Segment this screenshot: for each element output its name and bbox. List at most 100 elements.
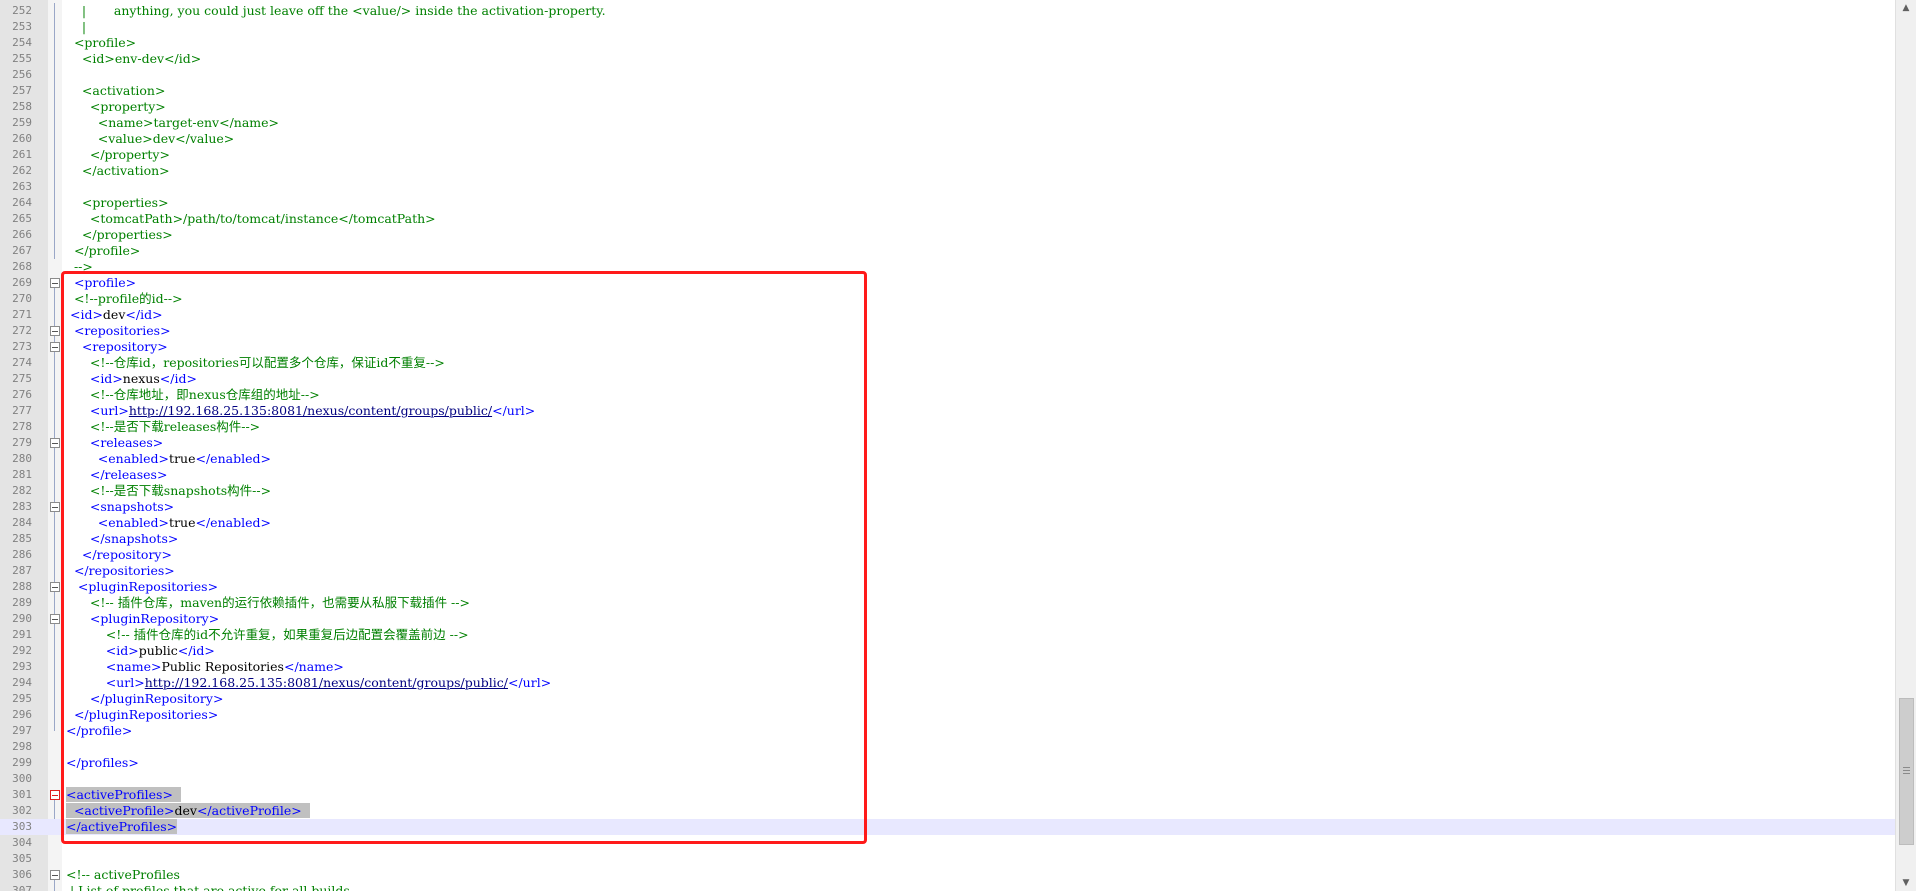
line-number: 252 — [12, 4, 32, 17]
url-link[interactable]: http://192.168.25.135:8081/nexus/content… — [129, 403, 492, 418]
code-line[interactable]: 293 <name>Public Repositories</name> — [0, 659, 1896, 675]
code-line[interactable]: 261 </property> — [0, 147, 1896, 163]
code-segment: <enabled> — [66, 451, 170, 466]
code-line[interactable]: 282 <!--是否下载snapshots构件--> — [0, 483, 1896, 499]
code-line[interactable]: 257 <activation> — [0, 83, 1896, 99]
fold-toggle-icon[interactable] — [50, 870, 60, 880]
code-text: </properties> — [66, 227, 173, 243]
code-line[interactable]: 275 <id>nexus</id> — [0, 371, 1896, 387]
fold-toggle-icon[interactable] — [50, 582, 60, 592]
code-line[interactable]: 285 </snapshots> — [0, 531, 1896, 547]
code-line[interactable]: 283 <snapshots> — [0, 499, 1896, 515]
code-text: --> — [66, 259, 93, 275]
code-line[interactable]: 260 <value>dev</value> — [0, 131, 1896, 147]
code-line[interactable]: 306 <!-- activeProfiles — [0, 867, 1896, 883]
code-line[interactable]: 277 <url>http://192.168.25.135:8081/nexu… — [0, 403, 1896, 419]
code-line[interactable]: 266 </properties> — [0, 227, 1896, 243]
fold-toggle-icon[interactable] — [50, 438, 60, 448]
code-line[interactable]: 264 <properties> — [0, 195, 1896, 211]
code-line[interactable]: 271 <id>dev</id> — [0, 307, 1896, 323]
code-line[interactable]: 305 — [0, 851, 1896, 867]
code-line[interactable]: 304 — [0, 835, 1896, 851]
code-line[interactable]: 258 <property> — [0, 99, 1896, 115]
code-segment: </activation> — [66, 163, 170, 178]
code-line[interactable]: 272 <repositories> — [0, 323, 1896, 339]
code-line[interactable]: 288 <pluginRepositories> — [0, 579, 1896, 595]
line-number: 282 — [12, 484, 32, 497]
code-line[interactable]: 267 </profile> — [0, 243, 1896, 259]
code-line[interactable]: 265 <tomcatPath>/path/to/tomcat/instance… — [0, 211, 1896, 227]
code-segment: <pluginRepository> — [66, 611, 220, 626]
code-text: </snapshots> — [66, 531, 179, 547]
code-line[interactable]: 303 </activeProfiles> — [0, 819, 1896, 835]
code-line[interactable]: 263 — [0, 179, 1896, 195]
code-line[interactable]: 281 </releases> — [0, 467, 1896, 483]
line-number: 269 — [12, 276, 32, 289]
code-line[interactable]: 269 <profile> — [0, 275, 1896, 291]
code-line[interactable]: 289 <!-- 插件仓库，maven的运行依赖插件，也需要从私服下载插件 --… — [0, 595, 1896, 611]
scroll-up-arrow-icon[interactable]: ▲ — [1896, 0, 1916, 16]
scrollbar-thumb[interactable] — [1899, 698, 1914, 845]
scroll-down-arrow-icon[interactable]: ▼ — [1896, 875, 1916, 891]
line-number: 302 — [12, 804, 32, 817]
line-number: 261 — [12, 148, 32, 161]
line-number: 285 — [12, 532, 32, 545]
code-line[interactable]: 256 — [0, 67, 1896, 83]
code-line[interactable]: 255 <id>env-dev</id> — [0, 51, 1896, 67]
code-segment: </enabled> — [195, 515, 271, 530]
code-line[interactable]: 284 <enabled>true</enabled> — [0, 515, 1896, 531]
code-segment: </releases> — [66, 467, 168, 482]
fold-toggle-icon[interactable] — [50, 502, 60, 512]
code-segment: </url> — [492, 403, 536, 418]
code-line[interactable]: 253 | — [0, 19, 1896, 35]
code-line[interactable]: 301 <activeProfiles> — [0, 787, 1896, 803]
code-line[interactable]: 295 </pluginRepository> — [0, 691, 1896, 707]
code-line[interactable]: 273 <repository> — [0, 339, 1896, 355]
line-number: 270 — [12, 292, 32, 305]
code-line[interactable]: 298 — [0, 739, 1896, 755]
fold-toggle-icon[interactable] — [50, 326, 60, 336]
code-line[interactable]: 291 <!-- 插件仓库的id不允许重复，如果重复后边配置会覆盖前边 --> — [0, 627, 1896, 643]
code-segment: <profile> — [66, 35, 137, 50]
code-line[interactable]: 280 <enabled>true</enabled> — [0, 451, 1896, 467]
code-line[interactable]: 270 <!--profile的id--> — [0, 291, 1896, 307]
code-text: <activeProfiles> — [66, 787, 181, 803]
code-line[interactable]: 286 </repository> — [0, 547, 1896, 563]
code-text: <id>dev</id> — [66, 307, 163, 323]
code-line[interactable]: 252 | anything, you could just leave off… — [0, 3, 1896, 19]
code-line[interactable]: 300 — [0, 771, 1896, 787]
fold-toggle-icon[interactable] — [50, 790, 60, 800]
code-editor[interactable]: 252 | anything, you could just leave off… — [0, 0, 1916, 891]
line-number: 260 — [12, 132, 32, 145]
code-line[interactable]: 268 --> — [0, 259, 1896, 275]
code-line[interactable]: 274 <!--仓库id，repositories可以配置多个仓库，保证id不重… — [0, 355, 1896, 371]
code-line[interactable]: 290 <pluginRepository> — [0, 611, 1896, 627]
code-line[interactable]: 302 <activeProfile>dev</activeProfile> — [0, 803, 1896, 819]
code-segment: --> — [66, 259, 93, 274]
code-text: <!--仓库id，repositories可以配置多个仓库，保证id不重复--> — [66, 355, 445, 371]
vertical-scrollbar[interactable]: ▲ ▼ — [1895, 0, 1916, 891]
fold-toggle-icon[interactable] — [50, 614, 60, 624]
code-text: </activeProfiles> — [66, 819, 178, 835]
code-line[interactable]: 307 | List of profiles that are active f… — [0, 883, 1896, 891]
code-line[interactable]: 294 <url>http://192.168.25.135:8081/nexu… — [0, 675, 1896, 691]
line-number: 294 — [12, 676, 32, 689]
code-line[interactable]: 278 <!--是否下载releases构件--> — [0, 419, 1896, 435]
code-lines[interactable]: 252 | anything, you could just leave off… — [0, 3, 1896, 891]
code-line[interactable]: 276 <!--仓库地址，即nexus仓库组的地址--> — [0, 387, 1896, 403]
code-line[interactable]: 279 <releases> — [0, 435, 1896, 451]
code-line[interactable]: 262 </activation> — [0, 163, 1896, 179]
code-text: | anything, you could just leave off the… — [66, 3, 606, 19]
code-segment: <profile> — [66, 275, 137, 290]
fold-toggle-icon[interactable] — [50, 278, 60, 288]
code-line[interactable]: 259 <name>target-env</name> — [0, 115, 1896, 131]
code-line[interactable]: 299 </profiles> — [0, 755, 1896, 771]
code-line[interactable]: 297 </profile> — [0, 723, 1896, 739]
code-line[interactable]: 287 </repositories> — [0, 563, 1896, 579]
url-link[interactable]: http://192.168.25.135:8081/nexus/content… — [145, 675, 508, 690]
code-line[interactable]: 254 <profile> — [0, 35, 1896, 51]
fold-toggle-icon[interactable] — [50, 342, 60, 352]
code-line[interactable]: 292 <id>public</id> — [0, 643, 1896, 659]
code-text: <property> — [66, 99, 166, 115]
code-line[interactable]: 296 </pluginRepositories> — [0, 707, 1896, 723]
